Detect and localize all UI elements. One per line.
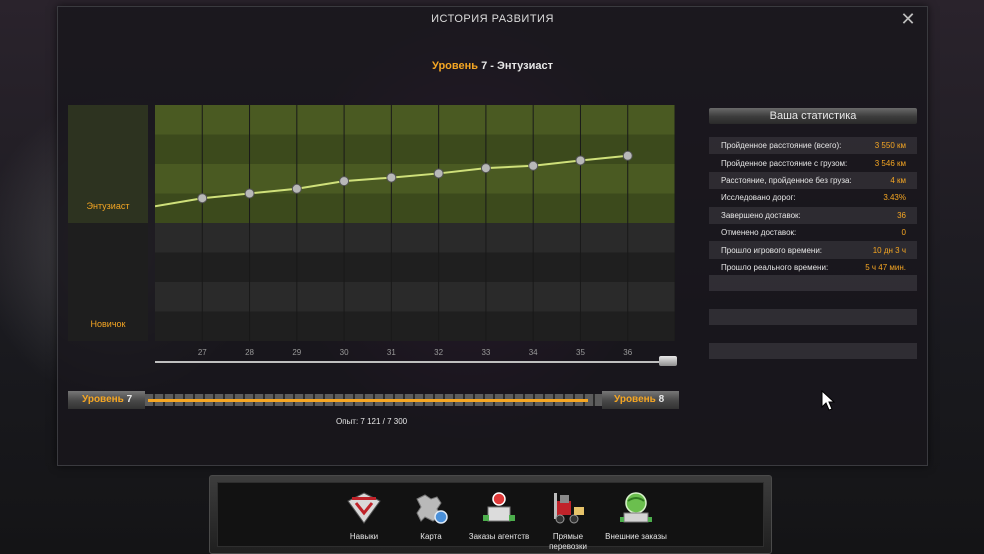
stat-value: 5 ч 47 мин. bbox=[865, 262, 906, 272]
dock-tab-skills[interactable]: Навыки bbox=[334, 485, 394, 545]
dock-label-direct-freight: Прямые перевозки bbox=[549, 532, 587, 551]
stat-label: Пройденное расстояние (всего): bbox=[721, 141, 842, 151]
stat-row: Завершено доставок: 36 bbox=[709, 206, 917, 224]
dock-tab-agency-orders[interactable]: Заказы агентств bbox=[468, 485, 530, 545]
chart-band bbox=[155, 164, 675, 194]
map-icon bbox=[416, 494, 448, 524]
stat-row: Пройденное расстояние с грузом: 3 546 км bbox=[709, 154, 917, 171]
chart-x-tick-label: 30 bbox=[340, 348, 349, 357]
stat-value: 0 bbox=[901, 228, 906, 238]
stats-empty-row bbox=[709, 343, 917, 359]
stat-row: Расстояние, пройденное без груза: 4 км bbox=[709, 171, 917, 190]
chart-x-tick-label: 35 bbox=[576, 348, 585, 357]
stat-value: 3 546 км bbox=[874, 158, 906, 168]
chart-x-tick-label: 31 bbox=[387, 348, 396, 357]
skills-icon bbox=[347, 492, 381, 524]
chart-band bbox=[155, 223, 675, 253]
chart-x-tick-label: 28 bbox=[245, 348, 254, 357]
dock-tab-map[interactable]: Карта bbox=[401, 485, 461, 545]
stat-label: Расстояние, пройденное без груза: bbox=[721, 175, 852, 185]
chart-scroll-handle[interactable] bbox=[659, 356, 677, 366]
stats-empty-row bbox=[709, 275, 917, 291]
stat-label: Прошло реального времени: bbox=[721, 262, 829, 272]
level-heading: Уровень 7 - Энтузиаст bbox=[58, 60, 927, 72]
chart-x-tick-label: 32 bbox=[434, 348, 443, 357]
chart-x-tick-label: 27 bbox=[198, 348, 207, 357]
stat-row: Отменено доставок: 0 bbox=[709, 224, 917, 241]
progress-history-window: ИСТОРИЯ РАЗВИТИЯ ✕ Уровень 7 - Энтузиаст… bbox=[57, 6, 928, 466]
bottom-dock: Навыки Карта Заказы агентств Прямые пере… bbox=[209, 475, 772, 554]
window-title: ИСТОРИЯ РАЗВИТИЯ bbox=[431, 13, 554, 25]
stat-row: Исследовано дорог: 3.43% bbox=[709, 189, 917, 206]
level-heading-prefix: Уровень bbox=[432, 60, 479, 72]
chart-x-tick-label: 34 bbox=[529, 348, 538, 357]
chart-point bbox=[480, 163, 491, 174]
chart-x-tick-label: 29 bbox=[292, 348, 301, 357]
next-level-prefix: Уровень bbox=[614, 394, 656, 405]
chart-x-tick-label: 36 bbox=[623, 348, 632, 357]
current-level-number: 7 bbox=[126, 394, 133, 405]
stat-value: 3.43% bbox=[883, 193, 906, 203]
chart-point bbox=[291, 183, 302, 194]
dock-tab-external-orders[interactable]: Внешние заказы bbox=[604, 485, 668, 545]
chart-band bbox=[155, 193, 675, 223]
stats-panel: Ваша статистика Пройденное расстояние (в… bbox=[709, 108, 917, 276]
rank-labels-column: Энтузиаст Новичок bbox=[68, 105, 148, 341]
dock-label-agency-orders: Заказы агентств bbox=[468, 532, 530, 541]
stat-row: Прошло реального времени: 5 ч 47 мин. bbox=[709, 259, 917, 276]
external-orders-icon bbox=[620, 492, 652, 523]
direct-freight-icon bbox=[554, 493, 584, 524]
chart-point bbox=[197, 193, 208, 204]
stats-rows: Пройденное расстояние (всего): 3 550 км Пр… bbox=[709, 137, 917, 276]
stat-value: 10 дн 3 ч bbox=[872, 245, 906, 255]
chart-band bbox=[155, 252, 675, 282]
chart-point bbox=[244, 188, 255, 199]
chart-point bbox=[622, 150, 633, 161]
chart-point bbox=[339, 176, 350, 187]
current-level-label: Уровень 7 bbox=[68, 391, 145, 409]
next-level-label: Уровень 8 bbox=[602, 391, 679, 409]
rank-label-enthusiast: Энтузиаст bbox=[86, 201, 130, 211]
stats-empty-row bbox=[709, 309, 917, 325]
experience-text: Опыт: 7 121 / 7 300 bbox=[336, 417, 408, 426]
chart-point bbox=[386, 172, 397, 183]
stat-label: Пройденное расстояние с грузом: bbox=[721, 158, 848, 168]
dock-tab-direct-freight[interactable]: Прямые перевозки bbox=[536, 485, 600, 551]
stat-label: Отменено доставок: bbox=[721, 228, 797, 238]
chart-point bbox=[433, 168, 444, 179]
dock-label-external-orders: Внешние заказы bbox=[605, 532, 667, 541]
stat-value: 3 550 км bbox=[874, 141, 906, 151]
chart-band bbox=[155, 311, 675, 341]
progress-chart: 27 28 29 30 31 32 33 34 35 36 bbox=[154, 105, 676, 366]
progress-fill bbox=[148, 399, 588, 402]
chart-point bbox=[575, 155, 586, 166]
stat-label: Прошло игрового времени: bbox=[721, 245, 823, 255]
agency-orders-icon bbox=[483, 492, 515, 522]
level-heading-rank: - Энтузиаст bbox=[490, 60, 553, 72]
chart-point bbox=[528, 160, 539, 171]
stats-header: Ваша статистика bbox=[709, 108, 917, 124]
close-icon[interactable]: ✕ bbox=[899, 10, 917, 28]
rank-label-novice: Новичок bbox=[90, 319, 126, 329]
dock-inner: Навыки Карта Заказы агентств Прямые пере… bbox=[217, 482, 764, 551]
chart-svg: 27 28 29 30 31 32 33 34 35 36 bbox=[154, 105, 676, 357]
next-level-number: 8 bbox=[658, 394, 665, 405]
stat-row: Пройденное расстояние (всего): 3 550 км bbox=[709, 137, 917, 155]
chart-x-tick-label: 33 bbox=[481, 348, 490, 357]
mouse-cursor-icon bbox=[821, 390, 835, 411]
level-progress-bar: Уровень 7 Уровень 8 bbox=[68, 391, 679, 409]
current-level-prefix: Уровень bbox=[82, 394, 124, 405]
level-heading-number: 7 bbox=[481, 60, 488, 72]
chart-band bbox=[155, 105, 675, 135]
stat-label: Исследовано дорог: bbox=[721, 193, 796, 203]
chart-band bbox=[155, 282, 675, 312]
dock-label-map: Карта bbox=[420, 532, 442, 541]
chart-scroll-track[interactable] bbox=[155, 361, 675, 363]
stat-label: Завершено доставок: bbox=[721, 210, 801, 220]
stat-row: Прошло игрового времени: 10 дн 3 ч bbox=[709, 241, 917, 259]
stat-value: 4 км bbox=[890, 175, 906, 185]
dock-label-skills: Навыки bbox=[349, 532, 379, 541]
stat-value: 36 bbox=[897, 210, 906, 220]
